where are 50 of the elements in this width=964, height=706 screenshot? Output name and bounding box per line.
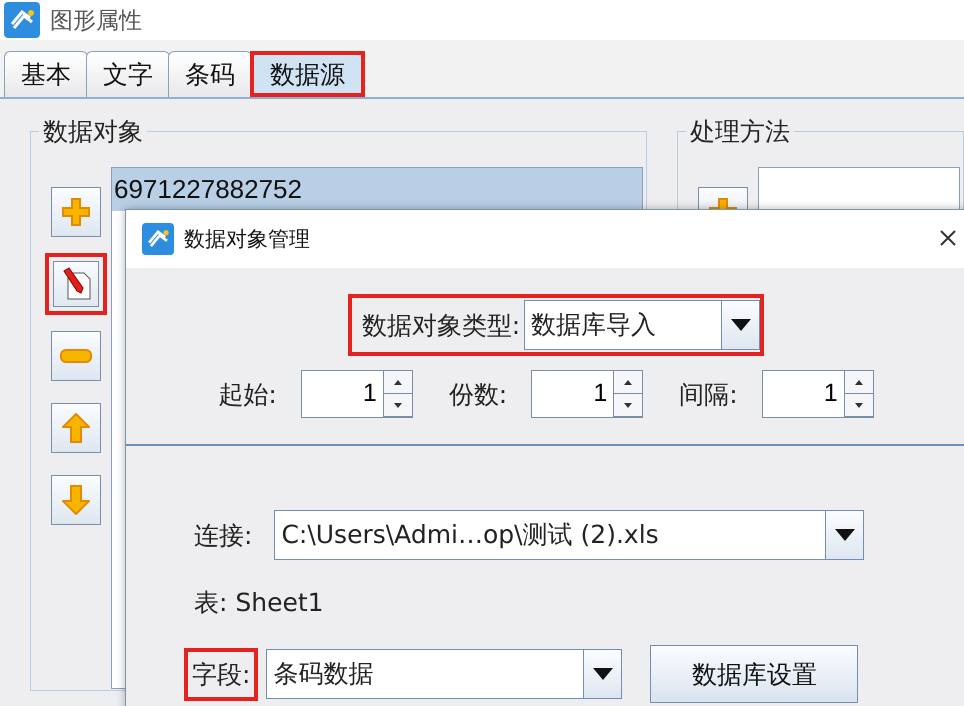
dropdown-caret-icon	[592, 668, 613, 680]
table-label: 表: Sheet1	[194, 587, 324, 619]
tab[interactable]: 文字	[86, 51, 170, 97]
dropdown-button[interactable]	[583, 650, 622, 698]
connection-label: 连接:	[194, 520, 252, 552]
add-button[interactable]	[51, 187, 101, 237]
field-label: 字段:	[184, 648, 258, 700]
decrement-button[interactable]	[614, 394, 642, 417]
field-dropdown[interactable]: 条码数据	[266, 649, 622, 699]
number-spinner[interactable]: 1	[531, 370, 644, 418]
edit-button[interactable]	[45, 253, 107, 315]
down-arrow-icon	[62, 485, 90, 515]
list-item[interactable]: 6971227882752	[112, 168, 642, 211]
decrement-button[interactable]	[844, 394, 873, 417]
minus-icon	[60, 349, 92, 363]
increment-button[interactable]	[384, 371, 412, 394]
tab[interactable]: 条码	[168, 51, 252, 97]
down-caret-icon	[624, 402, 632, 408]
decrement-button[interactable]	[384, 394, 412, 417]
number-spinner[interactable]: 1	[762, 370, 874, 418]
up-caret-icon	[624, 380, 632, 384]
up-arrow-icon	[62, 413, 90, 443]
app-logo-icon	[142, 223, 174, 255]
database-settings-button[interactable]: 数据库设置	[650, 645, 858, 703]
dropdown-button[interactable]	[825, 511, 864, 559]
connection-dropdown[interactable]: C:\Users\Admi…op\测试 (2).xls	[274, 510, 864, 560]
down-caret-icon	[394, 402, 402, 408]
dropdown-button[interactable]	[721, 301, 760, 349]
tab[interactable]: 基本	[4, 51, 88, 97]
tab[interactable]: 数据源	[250, 51, 365, 97]
spinner-label: 份数:	[448, 378, 508, 410]
up-button[interactable]	[51, 403, 101, 453]
number-spinner[interactable]: 1	[300, 370, 413, 418]
remove-button[interactable]	[51, 331, 101, 381]
dropdown-caret-icon	[730, 319, 751, 331]
spinner-label: 起始:	[218, 378, 277, 410]
down-caret-icon	[854, 402, 863, 408]
spinner-label: 间隔:	[679, 378, 738, 410]
type-label: 数据对象类型:	[362, 310, 520, 342]
window-title: 图形属性	[50, 6, 142, 36]
down-button[interactable]	[51, 475, 101, 525]
up-caret-icon	[394, 380, 402, 384]
increment-button[interactable]	[844, 371, 873, 394]
increment-button[interactable]	[614, 371, 642, 394]
dialog-title: 数据对象管理	[184, 226, 310, 253]
close-icon[interactable]	[940, 230, 956, 246]
dropdown-caret-icon	[834, 529, 855, 541]
type-dropdown[interactable]: 数据库导入	[524, 300, 760, 350]
up-caret-icon	[854, 380, 863, 384]
plus-icon	[61, 197, 91, 227]
